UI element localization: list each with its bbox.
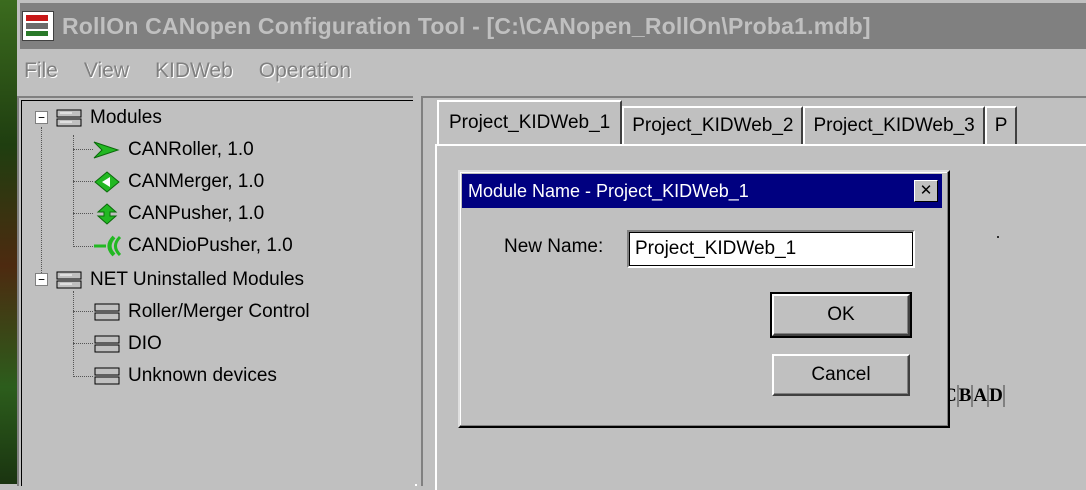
network-icon <box>56 271 82 289</box>
tree-label: DIO <box>128 333 162 354</box>
network-icon <box>94 367 120 385</box>
menu-view[interactable]: View <box>80 57 133 85</box>
roller-icon <box>93 141 120 159</box>
tab-project-kidweb-3[interactable]: Project_KIDWeb_3 <box>803 106 985 144</box>
tree-label: CANMerger, 1.0 <box>128 171 265 192</box>
tab-project-kidweb-1[interactable]: Project_KIDWeb_1 <box>437 100 623 144</box>
tree-node-uninstalled-modules[interactable]: NET Uninstalled Modules <box>54 265 304 295</box>
tab-project-partial[interactable]: P <box>984 106 1018 144</box>
dialog-title: Module Name - Project_KIDWeb_1 <box>468 180 749 201</box>
tree-item-canmerger[interactable]: CANMerger, 1.0 <box>92 167 264 197</box>
ok-button-label: OK <box>827 304 855 325</box>
close-icon[interactable]: ✕ <box>914 180 938 202</box>
tree-label: CANPusher, 1.0 <box>128 203 265 224</box>
conveyor-cell-a[interactable]: A <box>973 385 990 407</box>
network-icon <box>56 109 82 127</box>
tree-label: CANRoller, 1.0 <box>128 139 254 160</box>
app-logo-icon[interactable] <box>22 11 54 41</box>
title-bar[interactable]: RollOn CANopen Configuration Tool - [C:\… <box>20 3 1086 49</box>
new-name-input[interactable] <box>627 230 915 268</box>
tree-label: Unknown devices <box>128 365 277 386</box>
conveyor-cell-b[interactable]: B <box>959 385 974 407</box>
module-name-dialog: Module Name - Project_KIDWeb_1 ✕ New Nam… <box>458 170 950 428</box>
tree-item-dio[interactable]: DIO <box>92 329 162 359</box>
app-window: RollOn CANopen Configuration Tool - [C:\… <box>17 0 1086 490</box>
conveyor-cell-d[interactable]: D <box>989 385 1005 407</box>
tab-project-kidweb-2[interactable]: Project_KIDWeb_2 <box>622 106 804 144</box>
network-icon <box>94 303 120 321</box>
pane-splitter[interactable] <box>413 96 421 484</box>
dio-pusher-icon <box>94 235 122 257</box>
ok-button[interactable]: OK <box>770 292 912 338</box>
tree-item-unknown-devices[interactable]: Unknown devices <box>92 361 277 391</box>
tree-expander-modules[interactable]: − <box>35 111 48 124</box>
tree-expander-uninstalled[interactable]: − <box>35 273 48 286</box>
tree-label: NET Uninstalled Modules <box>90 269 305 290</box>
cancel-button-label: Cancel <box>811 364 871 385</box>
cancel-button[interactable]: Cancel <box>772 354 910 396</box>
menu-bar: File View KIDWeb Operation <box>20 54 373 88</box>
window-title: RollOn CANopen Configuration Tool - [C:\… <box>62 12 871 39</box>
tree-label: Modules <box>90 107 162 128</box>
tree-label: Roller/Merger Control <box>128 301 310 322</box>
merger-icon <box>94 171 120 193</box>
dialog-title-bar[interactable]: Module Name - Project_KIDWeb_1 ✕ <box>462 174 942 208</box>
tree-item-roller-merger-control[interactable]: Roller/Merger Control <box>92 297 310 327</box>
menu-file[interactable]: File <box>20 57 62 85</box>
desktop-background <box>0 0 17 484</box>
project-tabs: Project_KIDWeb_1 Project_KIDWeb_2 Projec… <box>437 100 1018 144</box>
tree-item-canroller[interactable]: CANRoller, 1.0 <box>92 135 254 165</box>
menu-operation[interactable]: Operation <box>255 57 355 85</box>
new-name-label: New Name: <box>504 236 604 257</box>
tree-item-candiopusher[interactable]: CANDioPusher, 1.0 <box>92 231 293 261</box>
module-tree[interactable]: − Modules CANRoller, 1.0 CANMerger, 1.0 … <box>17 96 417 486</box>
menu-kidweb[interactable]: KIDWeb <box>151 57 237 85</box>
canvas-dot <box>997 236 999 238</box>
network-icon <box>94 335 120 353</box>
tree-node-modules[interactable]: Modules <box>54 103 162 133</box>
tree-label: CANDioPusher, 1.0 <box>128 235 293 256</box>
tree-item-canpusher[interactable]: CANPusher, 1.0 <box>92 199 264 229</box>
pusher-icon <box>96 203 118 225</box>
